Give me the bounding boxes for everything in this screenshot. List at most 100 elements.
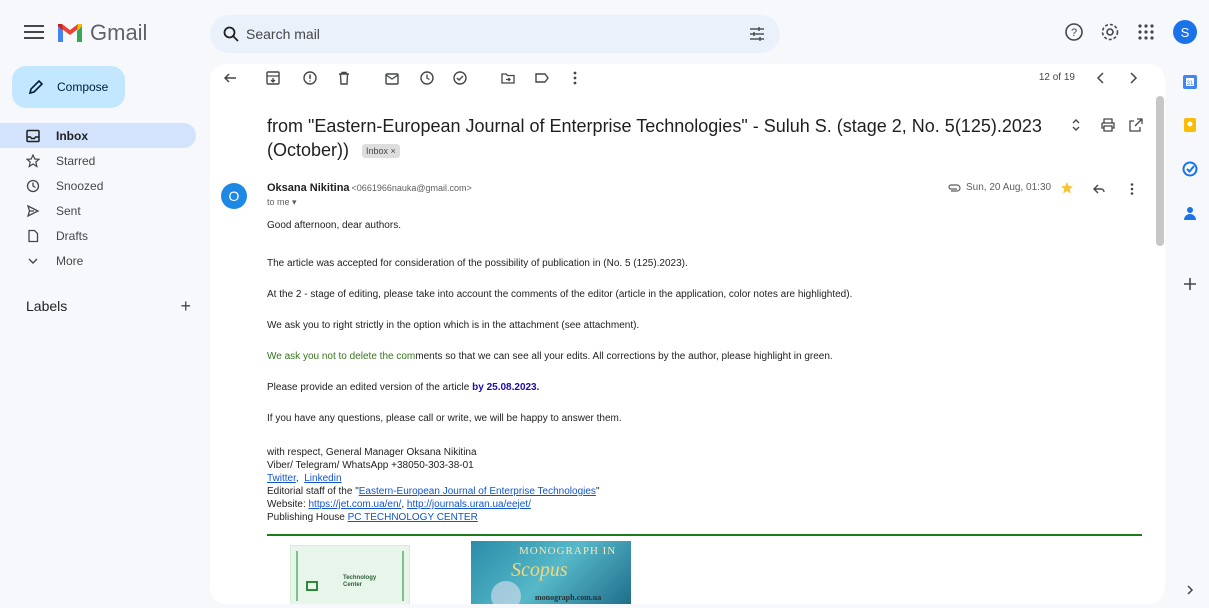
star-icon[interactable] <box>1060 181 1074 195</box>
svg-text:31: 31 <box>1187 81 1194 87</box>
editorial-line: Editorial staff of the "Eastern-European… <box>267 485 600 498</box>
signature-line: Viber/ Telegram/ WhatsApp +38050-303-38-… <box>267 460 474 471</box>
decorative-shape <box>491 581 521 604</box>
chevron-down-icon <box>26 254 40 268</box>
search-options-icon[interactable] <box>748 25 766 43</box>
signature-line: with respect, General Manager Oksana Nik… <box>267 447 477 458</box>
apps-grid-icon[interactable] <box>1136 22 1156 42</box>
search-bar[interactable] <box>210 15 780 53</box>
signature-text: Website: <box>267 499 309 510</box>
compose-label: Compose <box>57 80 109 94</box>
delete-trash-icon[interactable] <box>336 70 352 86</box>
sidebar-item-snoozed[interactable]: Snoozed <box>0 173 196 198</box>
draft-icon <box>26 229 40 243</box>
search-icon[interactable] <box>222 25 240 43</box>
message-scrollbar[interactable] <box>1156 96 1164 246</box>
attachment-icon <box>948 183 961 192</box>
logo-text-line: Technology <box>343 575 377 581</box>
signature-text: Publishing House <box>267 512 348 523</box>
body-text: ments so that we can see all your edits.… <box>415 351 833 362</box>
sidebar-item-drafts[interactable]: Drafts <box>0 223 196 248</box>
gmail-logo[interactable]: Gmail <box>56 19 147 47</box>
sidebar-item-more[interactable]: More <box>0 248 196 273</box>
banner-title: MONOGRAPH IN <box>519 545 617 557</box>
publisher-link[interactable]: PC TECHNOLOGY CENTER <box>348 512 478 523</box>
label-tag-icon[interactable] <box>534 70 550 86</box>
signature-divider <box>267 534 1142 536</box>
compose-button[interactable]: Compose <box>12 66 125 108</box>
sidebar-item-inbox[interactable]: Inbox <box>0 123 196 148</box>
top-bar: Gmail ? S <box>0 0 1209 64</box>
journal-link[interactable]: Eastern-European Journal of Enterprise T… <box>359 486 596 497</box>
twitter-link[interactable]: Twitter <box>267 473 296 484</box>
body-greeting: Good afternoon, dear authors. <box>267 220 401 231</box>
book-icon <box>306 581 318 591</box>
sidebar-item-label: Drafts <box>56 228 89 243</box>
sidebar-item-label: More <box>56 253 84 268</box>
body-paragraph: Please provide an edited version of the … <box>267 382 539 393</box>
linkedin-link[interactable]: Linkedin <box>304 473 341 484</box>
older-chevron-right-icon[interactable] <box>1125 70 1141 86</box>
reply-icon[interactable] <box>1092 182 1106 196</box>
sidebar-item-label: Inbox <box>56 128 88 143</box>
send-icon <box>26 204 40 218</box>
social-links: Twitter, Linkedin <box>267 473 342 484</box>
report-spam-icon[interactable] <box>302 70 318 86</box>
main-menu-icon[interactable] <box>22 22 46 42</box>
contacts-icon[interactable] <box>1180 203 1200 223</box>
technology-center-logo-image[interactable]: Technology Center <box>290 545 410 604</box>
sender-avatar[interactable]: O <box>221 183 247 209</box>
settings-gear-icon[interactable] <box>1100 22 1120 42</box>
archive-icon[interactable] <box>265 70 281 86</box>
add-task-icon[interactable] <box>452 70 468 86</box>
sidebar-item-label: Snoozed <box>56 178 104 193</box>
snooze-clock-icon[interactable] <box>419 70 435 86</box>
labels-heading: Labels <box>26 298 68 314</box>
recipient-details-toggle[interactable]: to me ▾ <box>267 197 297 208</box>
body-text: Please provide an edited version of the … <box>267 382 473 393</box>
deadline-date: by 25.08.2023. <box>472 382 540 393</box>
logo-text: Technology Center <box>343 575 376 589</box>
calendar-icon[interactable]: 31 <box>1180 72 1200 92</box>
inbox-label-chip[interactable]: Inbox × <box>362 144 400 159</box>
website-link-2[interactable]: http://journals.uran.ua/eejet/ <box>407 499 531 510</box>
sidebar-nav: Inbox Starred Snoozed Sent Drafts More <box>0 123 205 273</box>
sender-name[interactable]: Oksana Nikitina <box>267 182 350 194</box>
website-link-1[interactable]: https://jet.com.ua/en/ <box>309 499 402 510</box>
signature-text: Editorial staff of the " <box>267 486 359 497</box>
mark-unread-icon[interactable] <box>384 70 400 86</box>
get-addons-plus-icon[interactable] <box>1180 274 1200 294</box>
body-paragraph: We ask you to right strictly in the opti… <box>267 320 640 331</box>
star-icon <box>26 153 40 168</box>
account-avatar[interactable]: S <box>1173 20 1197 44</box>
sidebar-item-starred[interactable]: Starred <box>0 148 196 173</box>
message-more-icon[interactable] <box>1125 182 1139 196</box>
email-subject: from "Eastern-European Journal of Enterp… <box>267 114 1047 162</box>
clock-icon <box>26 179 40 193</box>
sender-line: Oksana Nikitina <0661966nauka@gmail.com> <box>267 182 472 194</box>
print-icon[interactable] <box>1100 117 1116 133</box>
app-name: Gmail <box>90 20 148 45</box>
keep-icon[interactable] <box>1180 115 1200 135</box>
sidebar-item-label: Sent <box>56 203 81 218</box>
pencil-icon <box>28 79 44 95</box>
inbox-icon <box>26 129 40 143</box>
body-paragraph: If you have any questions, please call o… <box>267 413 622 424</box>
search-input[interactable] <box>246 23 726 45</box>
back-arrow-icon[interactable] <box>222 70 238 86</box>
expand-side-panel-chevron-icon[interactable] <box>1180 580 1200 600</box>
message-panel: 12 of 19 from "Eastern-European Journal … <box>210 64 1165 604</box>
monograph-banner-image[interactable]: MONOGRAPH IN Scopus monograph.com.ua <box>471 541 631 604</box>
add-label-icon[interactable]: + <box>180 296 191 317</box>
expand-all-icon[interactable] <box>1068 117 1084 133</box>
move-to-icon[interactable] <box>500 70 516 86</box>
website-line: Website: https://jet.com.ua/en/, http://… <box>267 499 531 510</box>
tasks-icon[interactable] <box>1180 159 1200 179</box>
newer-chevron-left-icon[interactable] <box>1093 70 1109 86</box>
body-paragraph: At the 2 - stage of editing, please take… <box>267 289 853 300</box>
sidebar-item-sent[interactable]: Sent <box>0 198 196 223</box>
signature-text: " <box>595 486 600 497</box>
more-vertical-icon[interactable] <box>567 70 583 86</box>
open-new-window-icon[interactable] <box>1128 117 1144 133</box>
help-icon[interactable]: ? <box>1064 22 1084 42</box>
